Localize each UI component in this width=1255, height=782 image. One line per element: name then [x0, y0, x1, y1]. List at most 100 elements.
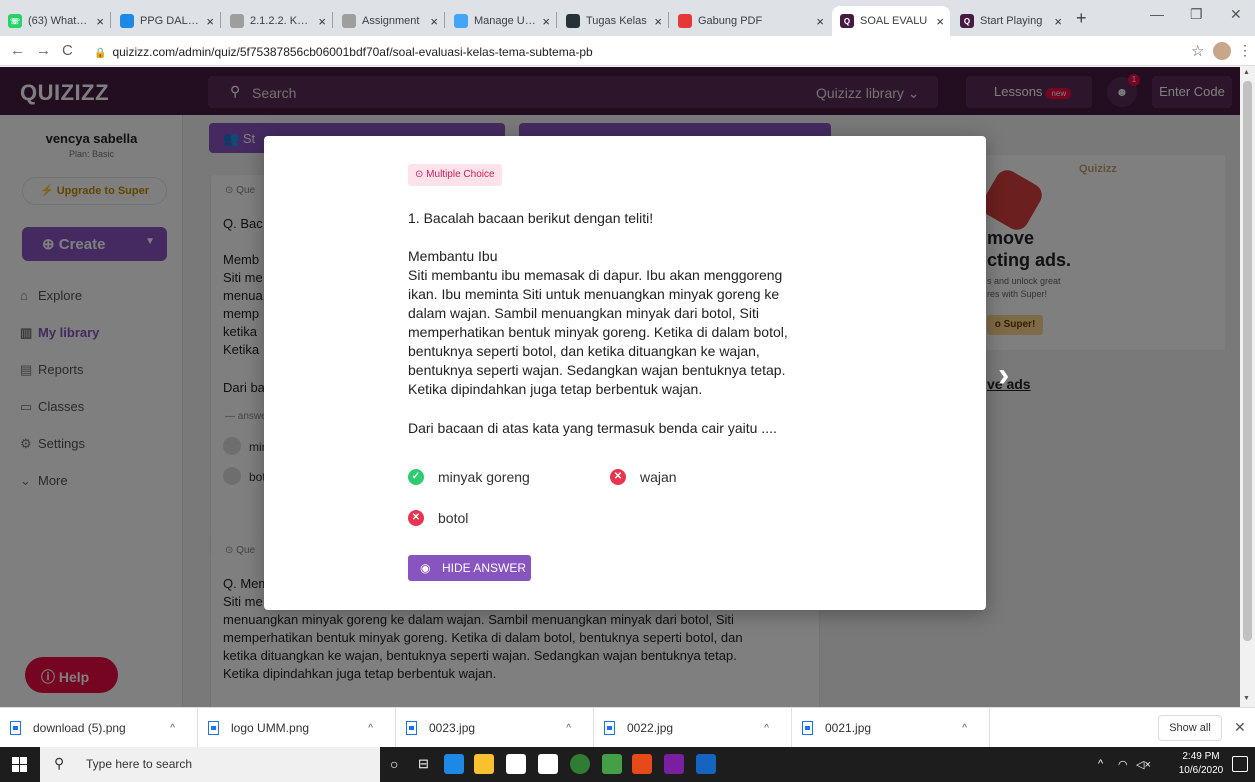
windows-start-icon[interactable] [12, 757, 27, 772]
reload-icon[interactable]: C [62, 42, 73, 59]
cross-icon: ✕ [610, 469, 626, 485]
answer-option-incorrect: ✕ wajan [610, 469, 677, 485]
forward-icon[interactable]: → [36, 42, 51, 59]
task-view-icon[interactable]: ⊟ [418, 756, 429, 772]
file-explorer-icon[interactable] [474, 754, 494, 774]
drive-icon[interactable] [602, 754, 622, 774]
download-item[interactable]: 0023.jpg ^ [396, 708, 594, 748]
passage-line: Ketika dipindahkan juga tetap berbentuk … [408, 381, 703, 397]
taskbar-clock[interactable]: 2:49 PM 10/6/2020 [1176, 750, 1226, 778]
next-question-arrow-icon[interactable]: › [998, 356, 1009, 395]
profile-avatar[interactable] [1213, 42, 1231, 60]
browser-tab[interactable]: Tugas Kelas × [558, 6, 668, 36]
site-icon [342, 14, 356, 28]
check-icon: ✓ [408, 469, 424, 485]
eye-slash-icon: ◉ [420, 561, 431, 575]
address-bar: ← → C 🔒 quizizz.com/admin/quiz/5f75387856… [0, 36, 1255, 66]
close-tab-icon[interactable]: × [1054, 14, 1062, 29]
powerpoint-icon[interactable] [632, 754, 652, 774]
site-icon [454, 14, 468, 28]
action-center-icon[interactable] [1232, 756, 1248, 772]
bookmark-star-icon[interactable]: ☆ [1191, 42, 1204, 60]
windows-taskbar: ⚲ Type here to search ○ ⊟ ^ ◠ ◁× 2:49 PM 1… [0, 747, 1255, 782]
close-tab-icon[interactable]: × [816, 14, 824, 29]
browser-tab[interactable]: PPG DALJAB× [112, 6, 220, 36]
image-file-icon [604, 721, 615, 735]
image-file-icon [406, 721, 417, 735]
download-item[interactable]: download (5).png ^ [0, 708, 198, 748]
image-file-icon [208, 721, 219, 735]
mail-icon[interactable] [538, 754, 558, 774]
passage-line: bentuknya seperti botol, dan ketika ditu… [408, 343, 760, 359]
close-tab-icon[interactable]: × [654, 14, 662, 29]
question-preview-modal: ⊙ Multiple Choice 1. Bacalah bacaan beri… [264, 136, 986, 610]
image-file-icon [802, 721, 813, 735]
browser-tab[interactable]: Manage Uplo × [446, 6, 556, 36]
word-icon[interactable] [696, 754, 716, 774]
cross-icon: ✕ [408, 510, 424, 526]
passage-line: ikan. Ibu meminta Siti untuk menuangkan … [408, 286, 780, 302]
passage-title: Membantu Ibu [408, 248, 498, 264]
close-downloads-icon[interactable]: ✕ [1234, 719, 1246, 736]
answer-option-incorrect: ✕ botol [408, 510, 468, 526]
scroll-thumb[interactable] [1243, 81, 1252, 641]
pdf-icon [678, 14, 692, 28]
hide-answer-button[interactable]: ◉ HIDE ANSWER [408, 555, 531, 581]
close-tab-icon[interactable]: × [430, 14, 438, 29]
browser-tab[interactable]: Q Start Playing × [952, 6, 1068, 36]
page-scrollbar[interactable]: ▲ ▼ [1240, 67, 1255, 707]
image-file-icon [10, 721, 21, 735]
scroll-up-icon: ▲ [1243, 69, 1250, 76]
quizizz-icon: Q [960, 14, 974, 28]
quizizz-icon: Q [840, 14, 854, 28]
edge-icon[interactable] [444, 754, 464, 774]
passage-line: Siti membantu ibu memasak di dapur. Ibu … [408, 267, 783, 283]
browser-tab[interactable]: ☏ (63) WhatsAp × [0, 6, 110, 36]
lock-icon: 🔒 [94, 48, 107, 59]
volume-icon[interactable]: ◁× [1136, 758, 1151, 771]
wifi-icon[interactable]: ◠ [1118, 758, 1128, 771]
minimize-icon[interactable]: — [1150, 6, 1164, 22]
app-icon[interactable] [664, 754, 684, 774]
restore-icon[interactable]: ❐ [1190, 6, 1203, 23]
scroll-down-icon: ▼ [1243, 695, 1250, 702]
question-type-badge: ⊙ Multiple Choice [408, 164, 502, 186]
chevron-up-icon: ^ [566, 722, 571, 734]
chevron-up-icon: ^ [962, 722, 967, 734]
close-tab-icon[interactable]: × [542, 14, 550, 29]
cortana-icon[interactable]: ○ [390, 756, 398, 772]
browser-tab-strip: ☏(63) WhatsAp× PPG DALJAB× 2.1.2.2. Kone… [0, 0, 1255, 36]
close-tab-icon[interactable]: × [936, 14, 944, 29]
close-tab-icon[interactable]: × [206, 14, 214, 29]
search-icon: ⚲ [54, 755, 65, 771]
menu-kebab-icon[interactable]: ⋮ [1238, 42, 1252, 59]
taskbar-search-box[interactable]: ⚲ Type here to search [40, 747, 380, 782]
passage-line: dalam wajan. Sambil menuangkan minyak da… [408, 305, 759, 321]
chevron-up-icon: ^ [170, 722, 175, 734]
new-tab-button[interactable]: + [1076, 8, 1087, 29]
passage-line: memperhatikan bentuk minyak goreng. Keti… [408, 324, 788, 340]
download-item[interactable]: 0022.jpg ^ [594, 708, 792, 748]
close-window-icon[interactable]: ✕ [1230, 6, 1242, 23]
show-all-downloads-button[interactable]: Show all [1158, 715, 1222, 741]
download-item[interactable]: logo UMM.png ^ [198, 708, 396, 748]
browser-tab[interactable]: Gabung PDF × [670, 6, 830, 36]
browser-tab[interactable]: Assignment × [334, 6, 444, 36]
question-title: 1. Bacalah bacaan berikut dengan teliti! [408, 210, 654, 226]
downloads-bar: download (5).png ^ logo UMM.png ^ 0023.jpg… [0, 707, 1255, 748]
tray-chevron-icon[interactable]: ^ [1098, 758, 1103, 770]
browser-tab-active[interactable]: Q SOAL EVALU × [832, 6, 950, 36]
answer-option-correct: ✓ minyak goreng [408, 469, 530, 485]
back-icon[interactable]: ← [10, 42, 25, 59]
site-icon [120, 14, 134, 28]
store-icon[interactable] [506, 754, 526, 774]
close-tab-icon[interactable]: × [318, 14, 326, 29]
browser-tab[interactable]: 2.1.2.2. Konel × [222, 6, 332, 36]
url-field[interactable]: 🔒 quizizz.com/admin/quiz/5f75387856cb0600… [94, 45, 593, 59]
site-icon [566, 14, 580, 28]
passage-line: bentuknya seperti wajan. Sedangkan wajan… [408, 362, 786, 378]
download-item[interactable]: 0021.jpg ^ [792, 708, 990, 748]
chevron-up-icon: ^ [764, 722, 769, 734]
close-tab-icon[interactable]: × [96, 14, 104, 29]
chrome-icon[interactable] [570, 754, 590, 774]
